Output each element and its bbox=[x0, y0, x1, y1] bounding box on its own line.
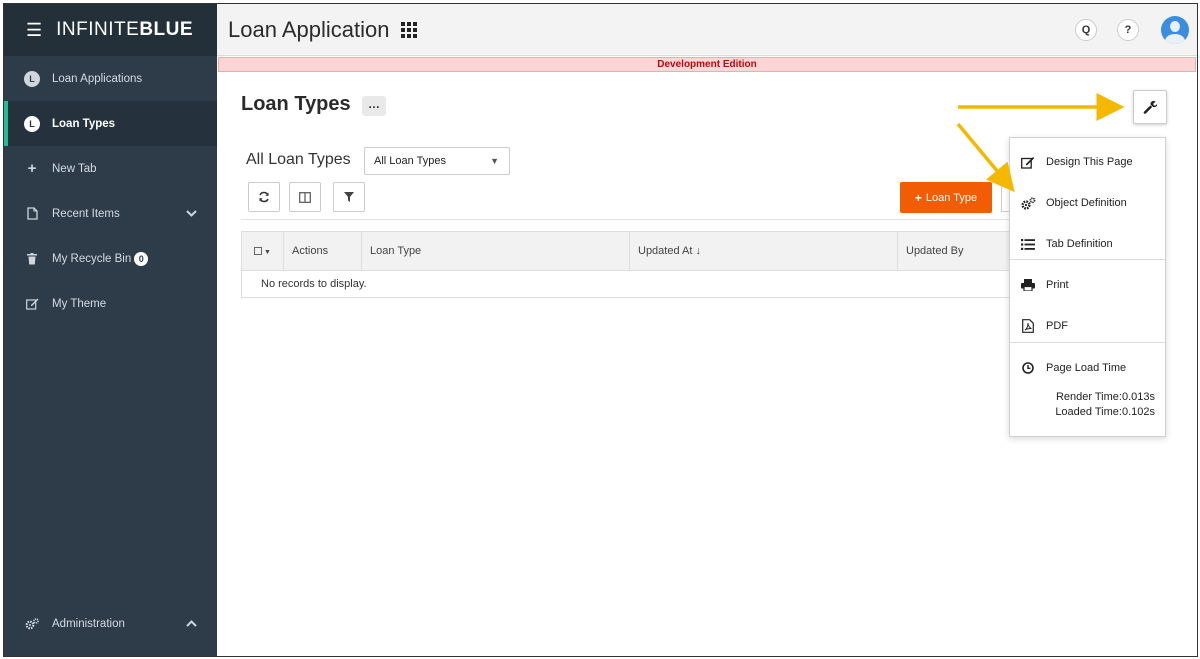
chevron-up-icon[interactable] bbox=[186, 618, 197, 630]
menu-item-print[interactable]: Print bbox=[1010, 265, 1165, 305]
view-selector[interactable]: All Loan Types ▼ bbox=[364, 147, 510, 175]
grid-header: ▼ Actions Loan Type Updated At ↓ Updated… bbox=[241, 231, 1011, 271]
recycle-bin-count-badge: 0 bbox=[134, 251, 149, 266]
brand-logo[interactable]: INFINITEBLUE bbox=[56, 19, 193, 41]
column-header-updated-at[interactable]: Updated At ↓ bbox=[630, 232, 898, 270]
menu-divider bbox=[1010, 259, 1165, 260]
loaded-time: Loaded Time:0.102s bbox=[1055, 406, 1155, 418]
column-header-loan-type[interactable]: Loan Type bbox=[362, 232, 630, 270]
empty-message-row: No records to display. bbox=[241, 271, 1011, 298]
menu-item-page-load-time[interactable]: Page Load Time bbox=[1010, 348, 1165, 388]
top-header: Loan Application Q ? bbox=[217, 4, 1197, 56]
administration-label: Administration bbox=[52, 618, 125, 630]
page-title: Loan Types bbox=[241, 93, 351, 115]
sidebar: ☰ INFINITEBLUE L Loan Applications L Loa… bbox=[4, 4, 217, 656]
help-icon: ? bbox=[1124, 24, 1132, 36]
sidebar-item-label: My Recycle Bin bbox=[52, 252, 132, 265]
edit-icon bbox=[24, 298, 40, 310]
clock-icon bbox=[1020, 362, 1036, 374]
sidebar-item-recycle-bin[interactable]: My Recycle Bin 0 bbox=[4, 236, 217, 281]
render-time: Render Time:0.013s bbox=[1055, 391, 1155, 403]
more-options-button[interactable]: … bbox=[362, 96, 386, 116]
menu-item-tab-definition[interactable]: Tab Definition bbox=[1010, 224, 1165, 264]
gears-icon bbox=[1020, 196, 1036, 210]
view-label: All Loan Types bbox=[246, 151, 351, 168]
checkbox-icon bbox=[254, 247, 262, 256]
loan-applications-icon: L bbox=[24, 70, 40, 87]
sidebar-item-recent-items[interactable]: Recent Items bbox=[4, 191, 217, 236]
brand-bar: ☰ INFINITEBLUE bbox=[4, 4, 217, 56]
user-avatar[interactable] bbox=[1161, 16, 1189, 44]
menu-item-label: PDF bbox=[1046, 320, 1068, 332]
caret-down-icon: ▼ bbox=[490, 156, 499, 166]
gears-icon bbox=[24, 618, 40, 630]
menu-item-label: Object Definition bbox=[1046, 197, 1127, 209]
pdf-icon bbox=[1020, 319, 1036, 333]
menu-item-label: Print bbox=[1046, 279, 1069, 291]
app-launcher-icon[interactable] bbox=[401, 21, 418, 38]
sidebar-item-loan-applications[interactable]: L Loan Applications bbox=[4, 56, 217, 101]
sidebar-item-my-theme[interactable]: My Theme bbox=[4, 281, 217, 326]
plus-icon: + bbox=[27, 160, 37, 177]
hamburger-icon[interactable]: ☰ bbox=[26, 20, 42, 41]
menu-item-design-this-page[interactable]: Design This Page bbox=[1010, 142, 1165, 182]
caret-down-icon: ▼ bbox=[264, 249, 271, 256]
select-all-checkbox[interactable]: ▼ bbox=[242, 232, 284, 270]
wrench-icon bbox=[1143, 100, 1157, 114]
add-loan-type-label: Loan Type bbox=[925, 191, 978, 204]
menu-item-label: Page Load Time bbox=[1046, 362, 1127, 374]
sidebar-item-label: Loan Applications bbox=[52, 72, 143, 85]
columns-icon bbox=[299, 191, 311, 203]
help-button[interactable]: ? bbox=[1117, 19, 1139, 41]
column-header-actions[interactable]: Actions bbox=[284, 232, 362, 270]
sidebar-item-label: Recent Items bbox=[52, 207, 120, 220]
list-icon bbox=[1020, 238, 1036, 250]
loan-types-icon: L bbox=[24, 115, 40, 132]
filter-button[interactable] bbox=[333, 182, 365, 212]
app-title: Loan Application bbox=[228, 16, 390, 42]
menu-divider bbox=[1010, 342, 1165, 343]
plus-icon: + bbox=[914, 190, 922, 205]
filter-icon bbox=[344, 192, 354, 202]
sidebar-item-loan-types[interactable]: L Loan Types bbox=[4, 101, 217, 146]
refresh-icon bbox=[259, 191, 269, 203]
divider bbox=[241, 219, 1009, 220]
arrow-to-object-definition bbox=[956, 122, 1015, 193]
print-icon bbox=[1020, 279, 1036, 291]
edit-icon bbox=[1020, 156, 1036, 169]
sidebar-item-new-tab[interactable]: + New Tab bbox=[4, 146, 217, 191]
menu-item-label: Design This Page bbox=[1046, 156, 1133, 168]
app-window: ☰ INFINITEBLUE L Loan Applications L Loa… bbox=[0, 0, 1200, 659]
file-icon bbox=[24, 207, 40, 220]
trash-icon bbox=[24, 252, 40, 265]
development-edition-banner: Development Edition bbox=[218, 57, 1196, 72]
page-tools-menu: Design This Page Object Definition Tab D… bbox=[1009, 137, 1166, 437]
column-header-updated-by[interactable]: Updated By bbox=[898, 232, 1010, 270]
columns-button[interactable] bbox=[289, 182, 321, 212]
search-icon: Q bbox=[1081, 24, 1091, 36]
view-selector-value: All Loan Types bbox=[374, 155, 446, 167]
sidebar-item-label: New Tab bbox=[52, 162, 97, 175]
menu-item-pdf[interactable]: PDF bbox=[1010, 306, 1165, 346]
refresh-button[interactable] bbox=[248, 182, 280, 212]
menu-item-object-definition[interactable]: Object Definition bbox=[1010, 183, 1165, 223]
page-tools-button[interactable] bbox=[1133, 90, 1167, 124]
search-button[interactable]: Q bbox=[1075, 19, 1097, 41]
menu-item-label: Tab Definition bbox=[1046, 238, 1113, 250]
chevron-down-icon[interactable] bbox=[186, 208, 197, 220]
add-loan-type-button[interactable]: + Loan Type bbox=[900, 182, 992, 213]
sidebar-item-administration[interactable]: Administration bbox=[4, 604, 217, 644]
sidebar-item-label: Loan Types bbox=[52, 117, 116, 130]
sidebar-item-label: My Theme bbox=[52, 297, 107, 310]
